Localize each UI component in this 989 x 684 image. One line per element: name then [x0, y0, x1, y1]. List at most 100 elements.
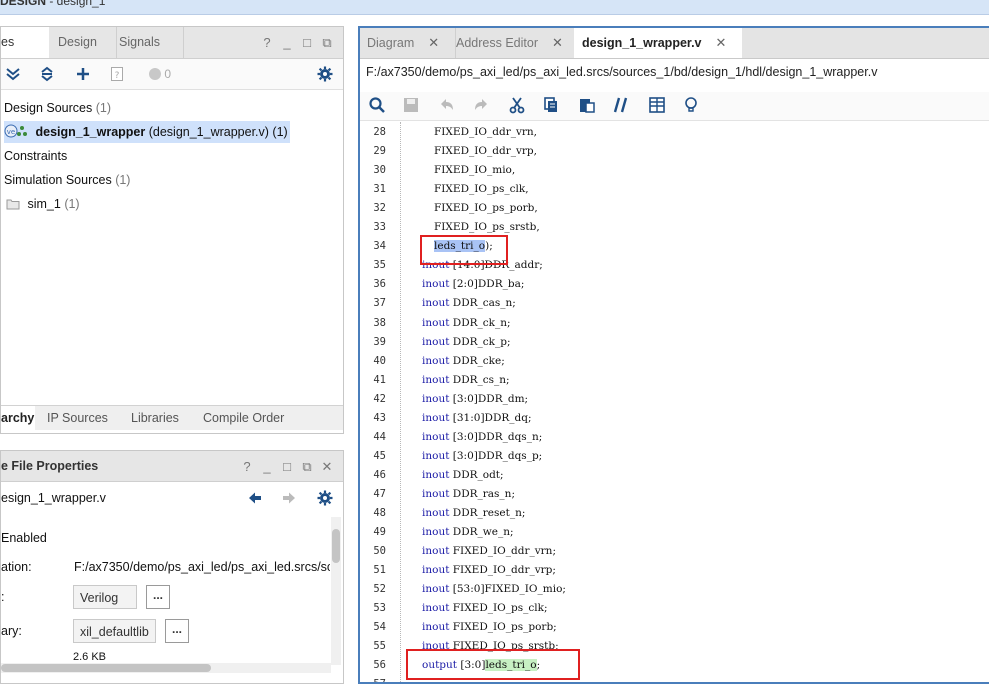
tree-sim-1[interactable]: sim_1 (1) [6, 193, 80, 215]
code-line: inout DDR_we_n; [422, 526, 514, 538]
line-number: 49 [373, 526, 386, 539]
close-icon[interactable]: ✕ [317, 451, 337, 482]
sources-view-tabs: archy IP Sources Libraries Compile Order [1, 405, 343, 430]
svg-text:?: ? [115, 71, 120, 81]
minimize-icon[interactable]: _ [257, 451, 277, 482]
props-vertical-scrollbar[interactable] [331, 517, 341, 665]
line-number: 55 [373, 640, 386, 653]
type-more-button[interactable]: ... [146, 585, 170, 609]
code-text: DDR_cas_n; [449, 297, 516, 310]
tree-item-design-1-wrapper[interactable]: ve design_1_wrapper (design_1_wrapper.v)… [4, 121, 290, 143]
code-line: inout [3:0]DDR_dm; [422, 393, 528, 405]
add-sources-icon[interactable] [73, 64, 93, 84]
unknown-doc-icon[interactable]: ? [107, 64, 127, 84]
file-properties-pane: e File Properties ? _ □ ⧉ ✕ esign_1_wrapper.… [0, 450, 344, 684]
line-number: 33 [373, 221, 386, 234]
line-number: 42 [373, 392, 386, 405]
code-keyword: inout [422, 487, 450, 500]
line-number: 40 [373, 354, 386, 367]
line-number: 37 [373, 297, 386, 310]
lightbulb-icon[interactable] [682, 96, 702, 116]
props-vertical-thumb[interactable] [332, 529, 340, 563]
tab-hierarchy[interactable]: archy [1, 406, 35, 430]
line-number: 47 [373, 487, 386, 500]
type-label: : [1, 590, 5, 604]
code-keyword: inout [422, 507, 450, 519]
back-arrow-icon[interactable] [245, 488, 265, 508]
library-field: xil_defaultlib [73, 619, 156, 643]
gutter-separator [400, 122, 401, 682]
expand-all-icon[interactable] [37, 64, 57, 84]
help-icon[interactable]: ? [257, 27, 277, 58]
forward-arrow-icon[interactable] [279, 488, 299, 508]
line-number: 52 [373, 583, 386, 596]
props-file-name: esign_1_wrapper.v [1, 491, 106, 505]
gear-icon[interactable] [315, 64, 335, 84]
copy-icon[interactable] [542, 96, 562, 116]
tab-ip-sources[interactable]: IP Sources [47, 406, 108, 430]
tab-design[interactable]: Design [51, 27, 117, 58]
tab-design-1-wrapper-label: design_1_wrapper.v [582, 36, 702, 50]
window-title-bold: DESIGN [0, 0, 47, 8]
tab-address-editor[interactable]: Address Editor ✕ [450, 28, 579, 58]
collapse-all-icon[interactable] [3, 64, 23, 84]
line-number: 51 [373, 564, 386, 577]
code-line: inout DDR_cs_n; [422, 374, 510, 386]
tree-simulation-sources[interactable]: Simulation Sources (1) [4, 169, 130, 191]
line-number: 29 [373, 145, 386, 158]
code-text: FIXED_IO_ddr_vrn; [449, 545, 556, 558]
close-icon[interactable]: ✕ [552, 35, 563, 50]
code-text: DDR_cke; [449, 354, 505, 367]
code-line: inout DDR_ck_n; [422, 317, 511, 329]
undo-icon[interactable] [438, 96, 458, 116]
code-area[interactable]: 28 FIXED_IO_ddr_vrn, 29 FIXED_IO_ddr_vrp, 30… [360, 122, 989, 682]
maximize-icon[interactable]: □ [277, 451, 297, 482]
props-horizontal-thumb[interactable] [1, 664, 211, 672]
verilog-hierarchy-icon: ve [4, 123, 32, 139]
code-text: [3:0]DDR_dqs_p; [449, 449, 543, 462]
line-number: 31 [373, 183, 386, 196]
save-icon[interactable] [402, 96, 422, 116]
help-icon[interactable]: ? [237, 451, 257, 482]
code-keyword: inout [422, 316, 450, 329]
minimize-icon[interactable]: _ [277, 27, 297, 58]
redo-icon[interactable] [472, 96, 492, 116]
block-comment-icon[interactable] [648, 96, 668, 116]
tab-design-1-wrapper[interactable]: design_1_wrapper.v ✕ [574, 28, 742, 58]
cut-icon[interactable] [508, 96, 528, 116]
sources-pane-header: es ✕ Design Signals ?_□⧉ [1, 27, 343, 81]
props-toolbar: esign_1_wrapper.v [1, 482, 343, 514]
line-number: 43 [373, 411, 386, 424]
code-keyword: inout [422, 564, 450, 577]
code-line: FIXED_IO_ps_porb, [434, 202, 538, 214]
float-icon[interactable]: ⧉ [317, 27, 337, 58]
highlight-box-output-decl [406, 649, 580, 680]
float-icon[interactable]: ⧉ [297, 451, 317, 482]
close-icon[interactable]: ✕ [716, 35, 727, 50]
tree-simulation-sources-count: (1) [115, 173, 131, 187]
tab-diagram[interactable]: Diagram ✕ [360, 28, 456, 58]
close-icon[interactable]: ✕ [428, 35, 439, 50]
tree-design-sources[interactable]: Design Sources (1) [4, 97, 111, 119]
maximize-icon[interactable]: □ [297, 27, 317, 58]
tab-sources[interactable]: es ✕ [1, 27, 49, 81]
library-more-button[interactable]: ... [165, 619, 189, 643]
tab-diagram-label: Diagram [367, 36, 415, 50]
pane-window-buttons: ? _ □ ⧉ [257, 27, 337, 58]
code-keyword: inout [422, 411, 450, 424]
code-line: inout DDR_cke; [422, 355, 505, 367]
size-value: 2.6 KB [73, 651, 107, 663]
tab-libraries[interactable]: Libraries [131, 406, 179, 430]
props-horizontal-scrollbar[interactable] [1, 663, 331, 673]
tree-constraints[interactable]: Constraints [4, 145, 67, 167]
code-keyword: inout [422, 468, 450, 481]
comment-toggle-icon[interactable] [612, 96, 632, 116]
code-text: [3:0]DDR_dm; [449, 392, 529, 405]
tab-signals[interactable]: Signals [111, 27, 184, 58]
gear-icon[interactable] [315, 488, 335, 508]
code-keyword: inout [422, 373, 450, 386]
tab-compile-order[interactable]: Compile Order [203, 406, 284, 430]
tree-item-detail: (design_1_wrapper.v) (1) [148, 125, 288, 139]
search-icon[interactable] [368, 96, 388, 116]
paste-icon[interactable] [578, 96, 598, 116]
